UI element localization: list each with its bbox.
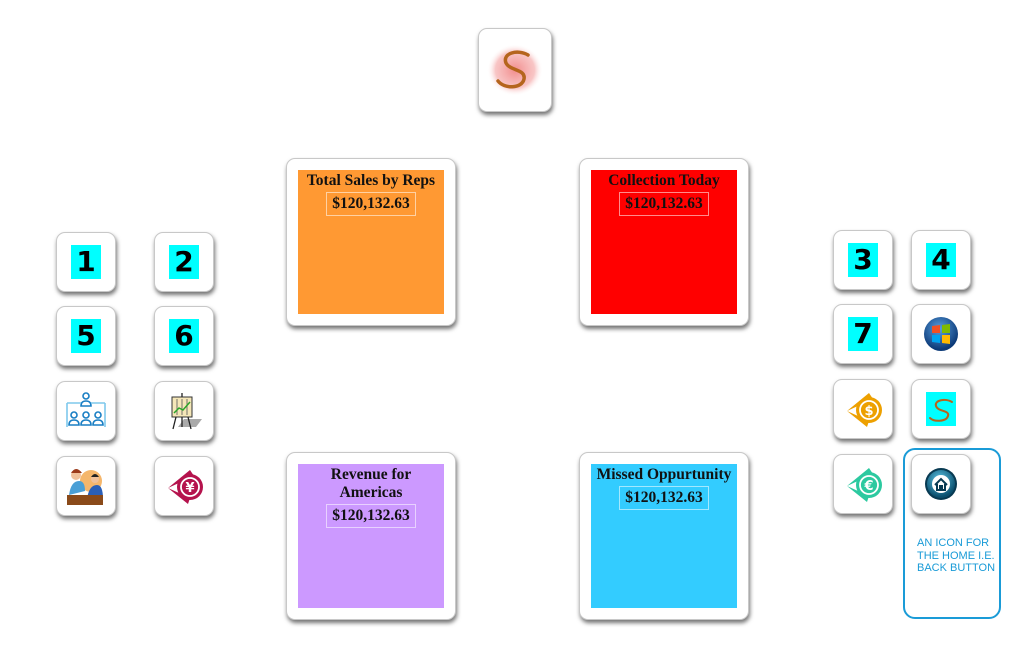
kpi-card-total-sales[interactable]: Total Sales by Reps $120,132.63: [286, 158, 456, 326]
yen-currency-icon: ¥: [168, 470, 203, 504]
yen-currency-button[interactable]: ¥: [154, 456, 214, 516]
kpi-panel: Collection Today $120,132.63: [591, 170, 737, 314]
number-1-icon: 1: [71, 245, 101, 279]
windows-logo-icon: [924, 317, 958, 351]
dollar-currency-button[interactable]: $: [833, 379, 893, 439]
euro-currency-button[interactable]: €: [833, 454, 893, 514]
kpi-value: $120,132.63: [619, 486, 709, 510]
number-4-icon: 4: [926, 243, 956, 277]
svg-text:€: €: [863, 479, 873, 494]
number-7-icon: 7: [848, 317, 878, 351]
org-chart-button[interactable]: [56, 381, 116, 441]
kpi-panel: Total Sales by Reps $120,132.63: [298, 170, 444, 314]
number-3-icon: 3: [848, 243, 878, 277]
kpi-value: $120,132.63: [326, 192, 416, 216]
euro-currency-icon: €: [847, 468, 882, 502]
home-button[interactable]: [911, 454, 971, 514]
svg-text:¥: ¥: [185, 481, 194, 496]
shortcut-3-button[interactable]: 3: [833, 230, 893, 290]
kpi-panel: Missed Oppurtunity $120,132.63: [591, 464, 737, 608]
dollar-currency-icon: $: [847, 393, 882, 427]
number-5-icon: 5: [71, 319, 101, 353]
kpi-panel: Revenue for Americas $120,132.63: [298, 464, 444, 608]
kpi-card-revenue-americas[interactable]: Revenue for Americas $120,132.63: [286, 452, 456, 620]
s-logo-icon: [487, 44, 543, 96]
logo-button[interactable]: [478, 28, 552, 112]
kpi-card-missed-opportunity[interactable]: Missed Oppurtunity $120,132.63: [579, 452, 749, 620]
shortcut-1-button[interactable]: 1: [56, 232, 116, 292]
number-2-icon: 2: [169, 245, 199, 279]
org-chart-icon: [66, 392, 106, 427]
presentation-easel-icon: [171, 393, 202, 430]
windows-button[interactable]: [911, 304, 971, 364]
kpi-title: Total Sales by Reps: [306, 172, 436, 189]
shortcut-5-button[interactable]: 5: [56, 306, 116, 366]
s-logo-icon: [926, 392, 956, 426]
shortcut-7-button[interactable]: 7: [833, 304, 893, 364]
kpi-title: Missed Oppurtunity: [596, 466, 732, 483]
number-6-icon: 6: [169, 319, 199, 353]
home-annotation-text: AN ICON FOR THE HOME I.E. BACK BUTTON: [917, 537, 996, 574]
shortcut-4-button[interactable]: 4: [911, 230, 971, 290]
meeting-button[interactable]: [56, 456, 116, 516]
kpi-card-collection-today[interactable]: Collection Today $120,132.63: [579, 158, 749, 326]
shortcut-2-button[interactable]: 2: [154, 232, 214, 292]
kpi-title: Collection Today: [608, 172, 720, 189]
presentation-button[interactable]: [154, 381, 214, 441]
kpi-title: Revenue for Americas: [330, 466, 412, 501]
s-logo-button[interactable]: [911, 379, 971, 439]
home-icon: [925, 468, 957, 500]
shortcut-6-button[interactable]: 6: [154, 306, 214, 366]
meeting-people-icon: [67, 469, 103, 505]
svg-text:$: $: [864, 404, 873, 419]
kpi-value: $120,132.63: [619, 192, 709, 216]
kpi-value: $120,132.63: [326, 504, 416, 528]
